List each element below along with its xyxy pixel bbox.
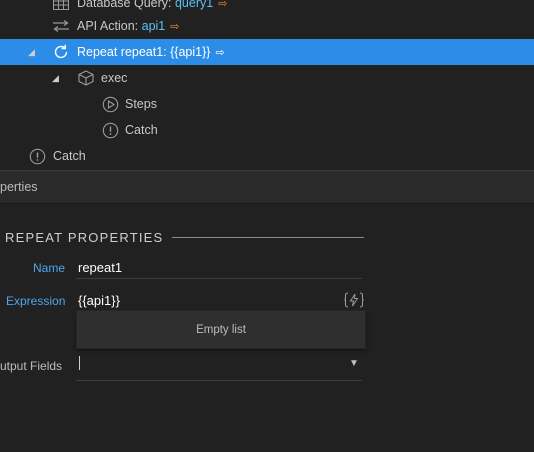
flash-braces-icon[interactable] bbox=[344, 292, 364, 311]
text-cursor bbox=[79, 356, 80, 370]
database-grid-icon bbox=[52, 0, 70, 12]
name-input-underline bbox=[76, 278, 362, 279]
api-exchange-icon bbox=[52, 17, 70, 35]
output-fields-label: utput Fields bbox=[0, 359, 63, 373]
chevron-down-icon[interactable]: ▼ bbox=[349, 358, 359, 369]
tree-item-label: Database Query: query1 ⇨ bbox=[77, 0, 227, 10]
tree-item-prefix: API Action: bbox=[77, 19, 142, 33]
properties-panel-header[interactable]: perties bbox=[0, 170, 534, 204]
name-label: Name bbox=[33, 261, 66, 275]
app-structure-tree: Database Query: query1 ⇨ API Action: api1… bbox=[0, 0, 534, 170]
expression-suggestions-dropdown: Empty list bbox=[76, 310, 366, 349]
tree-item-value: api1 bbox=[141, 19, 166, 33]
tree-item-label: API Action: api1 ⇨ bbox=[77, 19, 179, 33]
cube-icon bbox=[77, 69, 95, 87]
expression-input[interactable]: {{api1}} bbox=[78, 293, 120, 308]
section-divider bbox=[172, 237, 364, 238]
tree-item-api-action[interactable]: API Action: api1 ⇨ bbox=[0, 13, 534, 39]
tree-item-label: Catch bbox=[53, 149, 86, 163]
tree-item-label: exec bbox=[101, 71, 128, 85]
alert-circle-icon bbox=[28, 147, 46, 165]
expression-label: Expression bbox=[6, 294, 66, 308]
play-circle-icon bbox=[101, 95, 119, 113]
tree-item-label: Steps bbox=[125, 97, 157, 111]
link-arrow-icon[interactable]: ⇨ bbox=[218, 0, 227, 10]
tree-item-label: Catch bbox=[125, 123, 158, 137]
section-title: REPEAT PROPERTIES bbox=[5, 230, 164, 245]
expand-triangle-icon[interactable]: ◢ bbox=[28, 47, 38, 57]
tree-item-catch[interactable]: Catch bbox=[0, 143, 534, 169]
link-arrow-icon[interactable]: ⇨ bbox=[170, 21, 179, 33]
tree-item-steps[interactable]: Steps bbox=[0, 91, 534, 117]
tree-item-repeat[interactable]: ◢ Repeat repeat1: {{api1}} ⇨ bbox=[0, 39, 534, 65]
panel-header-title: perties bbox=[0, 180, 38, 194]
tree-item-value: {{api1}} bbox=[170, 45, 211, 59]
tree-item-value: query1 bbox=[174, 0, 214, 10]
repeat-icon bbox=[52, 43, 70, 61]
empty-list-text: Empty list bbox=[196, 323, 246, 336]
tree-item-exec[interactable]: ◢ exec bbox=[0, 65, 534, 91]
expand-triangle-icon[interactable]: ◢ bbox=[52, 73, 62, 83]
name-input[interactable]: repeat1 bbox=[78, 260, 122, 275]
output-fields-underline bbox=[76, 380, 362, 381]
tree-item-label: Repeat repeat1: {{api1}} ⇨ bbox=[77, 45, 225, 59]
tree-item-prefix: Database Query: bbox=[77, 0, 175, 10]
properties-panel: REPEAT PROPERTIES Name repeat1 Expressio… bbox=[0, 204, 534, 452]
link-arrow-icon[interactable]: ⇨ bbox=[215, 47, 224, 59]
alert-circle-icon bbox=[101, 121, 119, 139]
tree-item-prefix: Repeat repeat1: bbox=[77, 45, 171, 59]
tree-item-catch-nested[interactable]: Catch bbox=[0, 117, 534, 143]
